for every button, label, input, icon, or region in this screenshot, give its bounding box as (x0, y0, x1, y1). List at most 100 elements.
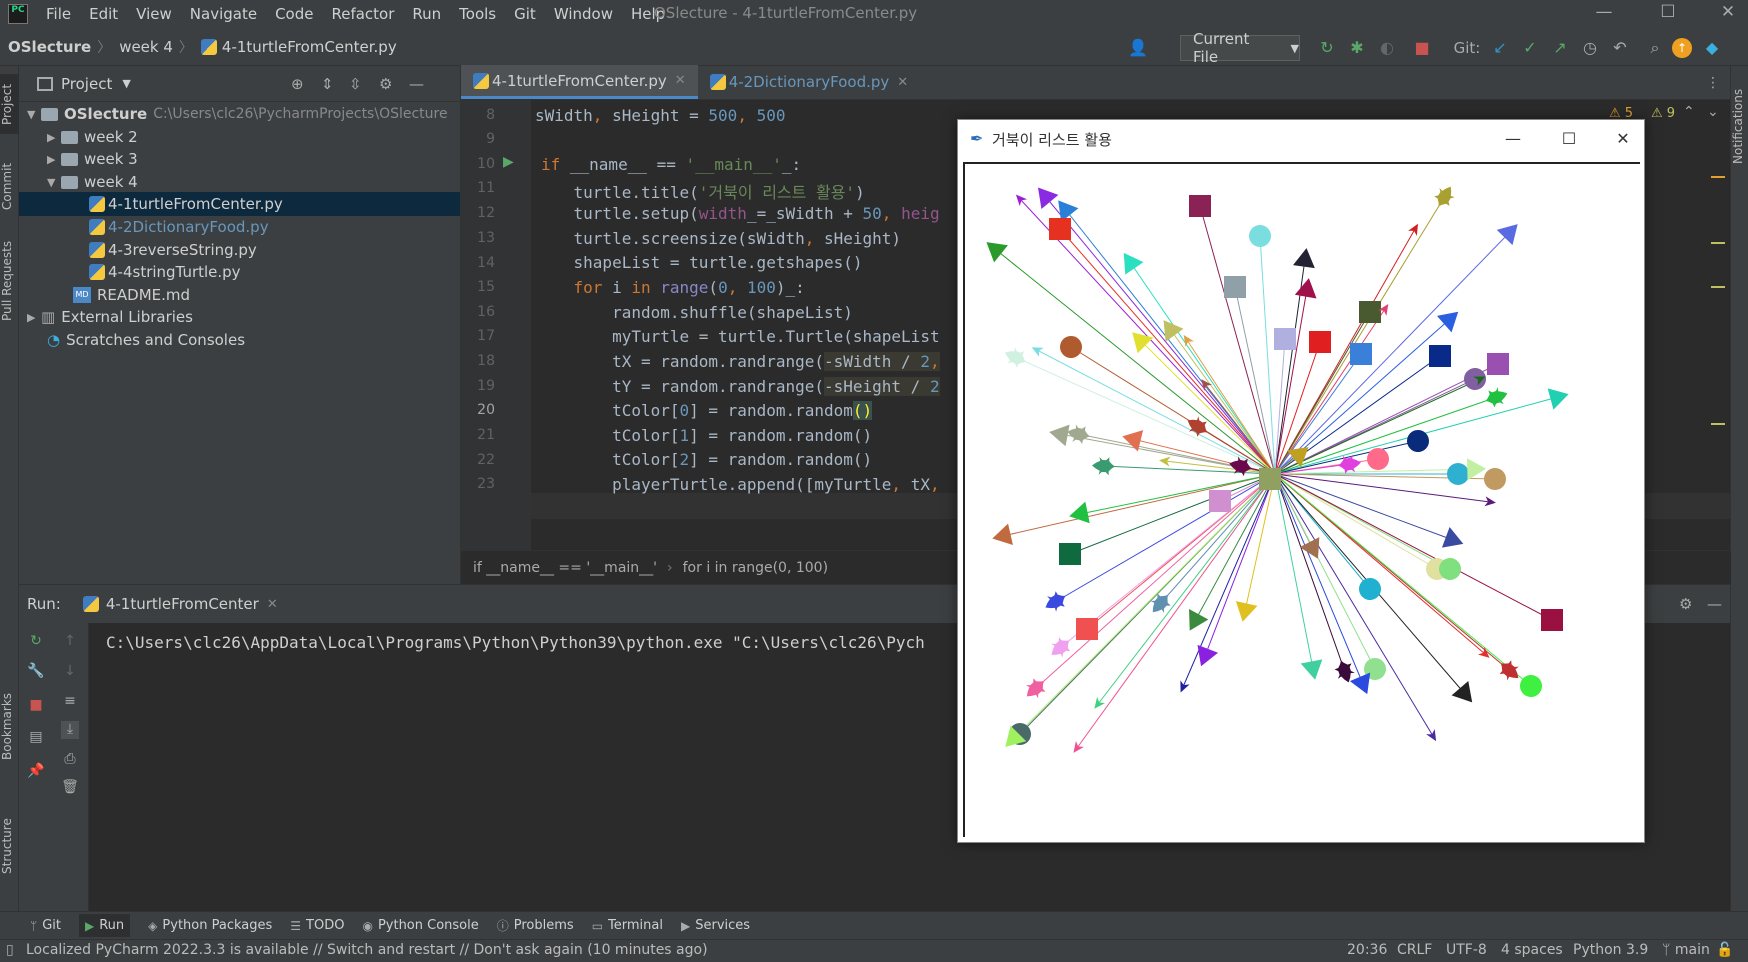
code-line[interactable]: turtle.setup(width_=_sWidth + 50, heig (535, 204, 940, 223)
run-gutter-icon[interactable]: ▶ (503, 154, 514, 170)
tree-item-scratches[interactable]: ◔ Scratches and Consoles (19, 328, 460, 352)
code-line[interactable]: tY = random.randrange(-sHeight / 2 (535, 377, 940, 396)
project-panel-title[interactable]: Project (61, 75, 112, 93)
code-line[interactable]: turtle.title('거북이 리스트 활용') (535, 179, 865, 203)
tree-item-file-2[interactable]: 4-2DictionaryFood.py (19, 215, 460, 239)
code-line[interactable]: tColor[2] = random.random() (535, 450, 872, 469)
code-line[interactable]: if __name__ == '__main__'_: (541, 155, 801, 174)
git-push-icon[interactable]: ↗ (1550, 38, 1570, 58)
hide-icon[interactable]: — (409, 75, 424, 93)
tree-item-file-1[interactable]: 4-1turtleFromCenter.py (19, 192, 460, 216)
close-icon[interactable]: ✕ (1716, 2, 1740, 26)
tool-run[interactable]: ▶ Run (79, 914, 131, 937)
arrow-down-icon[interactable]: ↓ (61, 663, 79, 681)
menu-navigate[interactable]: Navigate (190, 5, 257, 23)
code-line[interactable]: tX = random.randrange(-sWidth / 2, (535, 352, 940, 371)
tree-item-week2[interactable]: ▶ week 2 (19, 125, 460, 149)
breadcrumb-if-main[interactable]: if __name__ == '__main__' (473, 560, 657, 576)
tool-project[interactable]: Project (0, 74, 19, 134)
tab-dictionary-food[interactable]: 4-2DictionaryFood.py ✕ (698, 65, 920, 99)
close-icon[interactable]: ✕ (1608, 126, 1638, 152)
tool-python-packages[interactable]: ◈ Python Packages (148, 918, 272, 933)
collapse-all-icon[interactable]: ⇳ (349, 75, 362, 93)
tool-python-console[interactable]: ◉ Python Console (362, 918, 478, 933)
close-icon[interactable]: ✕ (267, 597, 278, 612)
arrow-up-icon[interactable]: ↑ (61, 633, 79, 651)
menu-run[interactable]: Run (412, 5, 441, 23)
tool-bookmarks[interactable]: Bookmarks (0, 686, 19, 766)
tool-services[interactable]: ▶ Services (681, 918, 750, 933)
scroll-to-end-icon[interactable]: ⤓ (61, 721, 79, 739)
warning-stripe[interactable] (1711, 423, 1725, 425)
status-position[interactable]: 20:36 (1347, 942, 1387, 958)
breadcrumb-file[interactable]: 4-1turtleFromCenter.py (222, 38, 397, 56)
stop-icon[interactable]: ■ (27, 697, 45, 715)
code-line[interactable]: turtle.screensize(sWidth, sHeight) (535, 229, 902, 248)
menu-window[interactable]: Window (554, 5, 613, 23)
menu-view[interactable]: View (136, 5, 172, 23)
code-line[interactable]: myTurtle = turtle.Turtle(shapeList (535, 327, 940, 346)
warning-stripe[interactable] (1711, 286, 1725, 288)
tool-todo[interactable]: ☰ TODO (290, 918, 344, 933)
menu-tools[interactable]: Tools (459, 5, 496, 23)
menu-file[interactable]: File (46, 5, 71, 23)
print-icon[interactable]: ⎙ (61, 751, 79, 769)
chevron-down-icon[interactable]: ▼ (122, 77, 130, 90)
close-icon[interactable]: ✕ (897, 75, 908, 90)
breadcrumb-folder[interactable]: week 4 (119, 38, 173, 56)
run-output[interactable]: C:\Users\clc26\AppData\Local\Programs\Py… (106, 633, 925, 652)
code-line[interactable]: tColor[1] = random.random() (535, 426, 872, 445)
tool-terminal[interactable]: ▭ Terminal (592, 918, 663, 933)
gear-icon[interactable]: ⚙ (379, 75, 392, 93)
run-configuration-select[interactable]: Current File ▼ (1180, 30, 1300, 66)
status-encoding[interactable]: UTF-8 (1446, 942, 1487, 958)
tree-item-file-4[interactable]: 4-4stringTurtle.py (19, 260, 460, 284)
weak-warning-icon[interactable]: ⚠ 9 (1651, 106, 1675, 121)
tree-item-readme[interactable]: MD README.md (19, 283, 460, 307)
tool-structure[interactable]: Structure (0, 806, 19, 886)
run-tab[interactable]: 4-1turtleFromCenter (106, 595, 259, 613)
more-icon[interactable]: ⋮ (1706, 75, 1720, 91)
breadcrumb-for-loop[interactable]: for i in range(0, 100) (683, 560, 828, 576)
status-line-separator[interactable]: CRLF (1397, 942, 1432, 958)
rerun-icon[interactable]: ↻ (27, 633, 45, 651)
turtle-window-titlebar[interactable]: ✒ 거북이 리스트 활용 — ☐ ✕ (958, 120, 1644, 158)
turtle-canvas[interactable] (963, 162, 1640, 837)
tree-item-file-3[interactable]: 4-3reverseString.py (19, 238, 460, 262)
plugin-icon[interactable]: ◆ (1702, 38, 1722, 58)
maximize-icon[interactable]: ☐ (1554, 126, 1584, 152)
user-icon[interactable]: 👤 (1128, 38, 1148, 58)
debug-icon[interactable]: ✱ (1347, 38, 1367, 58)
git-commit-icon[interactable]: ✓ (1520, 38, 1540, 58)
menu-code[interactable]: Code (275, 5, 313, 23)
menu-refactor[interactable]: Refactor (331, 5, 394, 23)
tree-item-week4[interactable]: ▼ week 4 (19, 170, 460, 194)
code-line[interactable]: for i in range(0, 100)_: (535, 278, 805, 297)
layout-icon[interactable]: ▯ (6, 942, 14, 958)
locate-icon[interactable]: ⊕ (291, 75, 304, 93)
history-icon[interactable]: ◷ (1580, 38, 1600, 58)
close-icon[interactable]: ✕ (675, 73, 686, 88)
code-line[interactable]: shapeList = turtle.getshapes() (535, 253, 863, 272)
code-line[interactable]: playerTurtle.append([myTurtle, tX, (535, 475, 940, 494)
warning-stripe[interactable] (1711, 176, 1725, 178)
tree-item-week3[interactable]: ▶ week 3 (19, 147, 460, 171)
tab-turtle-from-center[interactable]: 4-1turtleFromCenter.py ✕ (461, 65, 698, 99)
menu-edit[interactable]: Edit (89, 5, 118, 23)
code-line[interactable]: random.shuffle(shapeList) (535, 303, 853, 322)
stop-icon[interactable]: ■ (1412, 38, 1432, 58)
tool-notifications[interactable]: Notifications (1731, 76, 1748, 176)
menu-git[interactable]: Git (514, 5, 536, 23)
coverage-icon[interactable]: ◐ (1377, 38, 1397, 58)
pin-icon[interactable]: 📌 (27, 763, 45, 781)
hide-icon[interactable]: — (1707, 595, 1722, 613)
minimize-icon[interactable]: — (1498, 126, 1528, 152)
trash-icon[interactable]: 🗑 (61, 779, 79, 797)
expand-all-icon[interactable]: ⇕ (321, 75, 334, 93)
chevron-down-icon[interactable]: ⌄ (1707, 104, 1719, 120)
tree-root[interactable]: ▼ OSlecture C:\Users\clc26\PycharmProjects… (19, 102, 460, 126)
breadcrumb-project[interactable]: OSlecture (8, 38, 91, 56)
layout-icon[interactable]: ▤ (27, 729, 45, 747)
soft-wrap-icon[interactable]: ≡ (61, 693, 79, 711)
tree-item-external-libraries[interactable]: ▶ ▥ External Libraries (19, 305, 460, 329)
